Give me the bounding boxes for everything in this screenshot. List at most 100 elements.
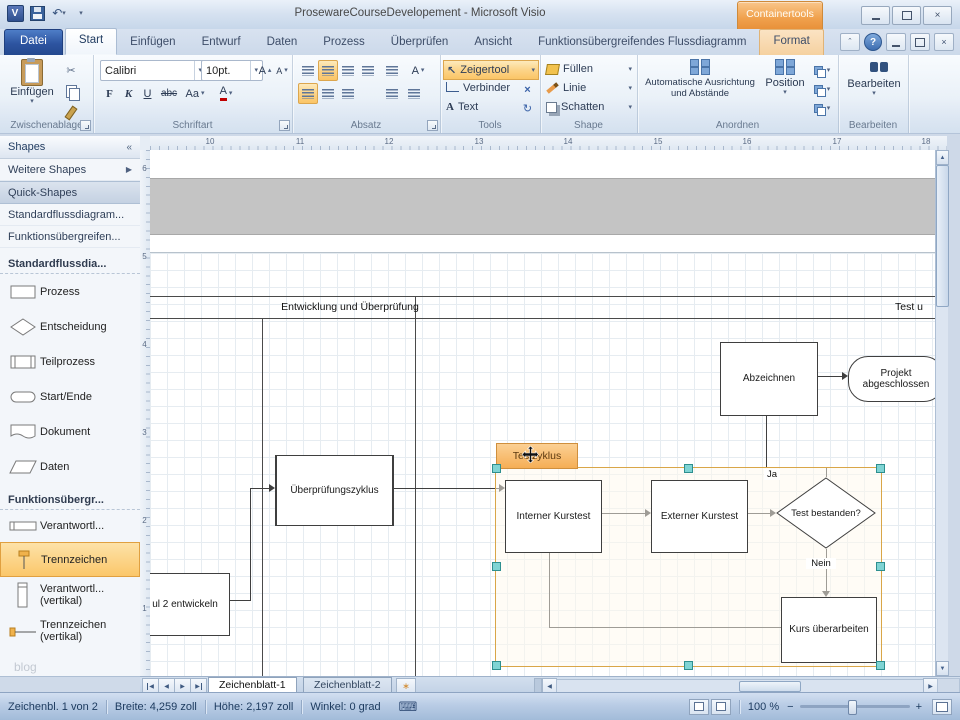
align-top-button[interactable] (298, 83, 318, 104)
align-bottom-button[interactable] (338, 83, 358, 104)
align-right-button[interactable] (338, 60, 358, 81)
drawing-canvas[interactable]: Entwicklung und Überprüfung Test u Testz… (150, 150, 935, 676)
node-interner-kurstest[interactable]: Interner Kurstest (505, 480, 602, 553)
zoom-slider[interactable] (800, 705, 910, 708)
align-middle-button[interactable] (318, 83, 338, 104)
zoom-out-button[interactable]: − (787, 701, 793, 713)
underline-button[interactable]: U (138, 83, 157, 104)
stencil-tab-funktionsuebergreifend[interactable]: Funktionsübergreifen... (0, 226, 140, 248)
fill-button[interactable]: Füllen ▾ (543, 60, 635, 78)
text-block-tool-button[interactable]: ↻ (518, 98, 537, 119)
master-start-ende[interactable]: Start/Ende (0, 379, 140, 414)
doc-minimize-button[interactable] (886, 33, 906, 51)
fit-page-button[interactable] (932, 699, 952, 715)
grow-font-button[interactable]: A▴ (256, 60, 274, 81)
dialog-launcher[interactable] (279, 120, 290, 131)
selection-handle[interactable] (492, 562, 501, 571)
selection-handle[interactable] (876, 464, 885, 473)
help-button[interactable]: ? (864, 33, 882, 51)
stencil-section-title[interactable]: Standardflussdia... (0, 248, 140, 274)
connector-line[interactable] (250, 488, 269, 489)
increase-indent-button[interactable] (404, 83, 424, 104)
master-prozess[interactable]: Prozess (0, 274, 140, 309)
connection-point-tool-button[interactable]: × (518, 79, 537, 100)
align-center-button[interactable] (318, 60, 338, 81)
group-shapes-button[interactable]: ▾ (809, 98, 835, 119)
selection-handle[interactable] (876, 661, 885, 670)
master-trennzeichen-vertikal[interactable]: Trennzeichen(vertikal) (0, 613, 140, 649)
auto-align-button[interactable]: Automatische Ausrichtung und Abstände (639, 58, 761, 100)
quick-shapes-item[interactable]: Quick-Shapes (0, 181, 140, 204)
connector-line[interactable] (766, 416, 767, 467)
send-to-back-button[interactable]: ▾ (809, 79, 835, 100)
status-height[interactable]: Höhe: 2,197 zoll (214, 701, 294, 713)
doc-restore-button[interactable] (910, 33, 930, 51)
paste-button[interactable]: Einfügen ▾ (8, 58, 56, 106)
master-trennzeichen[interactable]: Trennzeichen (0, 542, 140, 577)
font-family-combo[interactable]: Calibri ▾ (100, 60, 207, 81)
node-abzeichnen[interactable]: Abzeichnen (720, 342, 818, 416)
qat-customize-button[interactable]: ▾ (72, 4, 90, 22)
master-verantwortlichkeitsbereich[interactable]: Verantwortl... (0, 510, 140, 542)
scroll-down-button[interactable]: ▼ (936, 661, 949, 676)
selection-handle[interactable] (684, 661, 693, 670)
master-entscheidung[interactable]: Entscheidung (0, 309, 140, 344)
bullets-button[interactable] (382, 60, 402, 81)
tab-format[interactable]: Format (759, 29, 823, 55)
bring-to-front-button[interactable]: ▾ (809, 60, 835, 81)
maximize-button[interactable] (892, 6, 921, 25)
master-dokument[interactable]: Dokument (0, 414, 140, 449)
master-teilprozess[interactable]: Teilprozess (0, 344, 140, 379)
horizontal-scrollbar[interactable] (556, 679, 924, 693)
phase-label-right[interactable]: Test u (895, 301, 935, 313)
editing-menu-button[interactable]: Bearbeiten ▾ (844, 61, 904, 98)
view-normal-button[interactable] (689, 699, 709, 715)
zoom-in-button[interactable]: + (916, 701, 922, 713)
shadow-button[interactable]: Schatten ▾ (543, 98, 635, 116)
shrink-font-button[interactable]: A▾ (273, 60, 291, 81)
phase-label-left[interactable]: Entwicklung und Überprüfung (190, 301, 510, 313)
tab-datei[interactable]: Datei (4, 29, 63, 55)
text-tool-button[interactable]: A Text (443, 98, 521, 116)
tab-start[interactable]: Start (65, 28, 117, 55)
selection-handle[interactable] (876, 562, 885, 571)
font-color-button[interactable]: A▾ (211, 83, 241, 104)
more-shapes-item[interactable]: Weitere Shapes ▶ (0, 159, 140, 181)
italic-button[interactable]: K (119, 83, 138, 104)
tab-ansicht[interactable]: Ansicht (461, 31, 525, 55)
node-kurs-ueberarbeiten[interactable]: Kurs überarbeiten (781, 597, 877, 663)
text-direction-button[interactable]: A▾ (404, 60, 432, 81)
justify-button[interactable] (358, 60, 378, 81)
container-label[interactable]: Testzyklus (496, 443, 578, 469)
change-case-button[interactable]: Aa▾ (181, 83, 209, 104)
node-externer-kurstest[interactable]: Externer Kurstest (651, 480, 748, 553)
copy-button[interactable] (60, 81, 82, 102)
minimize-button[interactable] (861, 6, 890, 25)
node-projekt-abgeschlossen[interactable]: Projekt abgeschlossen (848, 356, 935, 402)
scrollbar-thumb[interactable] (739, 681, 801, 692)
collapse-panel-icon[interactable]: « (126, 142, 132, 153)
dialog-launcher[interactable] (427, 120, 438, 131)
minimize-ribbon-button[interactable]: ˆ (840, 33, 860, 51)
vertical-scrollbar[interactable]: ▲ ▼ (935, 150, 948, 676)
align-left-button[interactable] (298, 60, 318, 81)
tab-ueberpruefen[interactable]: Überprüfen (378, 31, 462, 55)
selection-handle[interactable] (684, 464, 693, 473)
line-button[interactable]: Linie ▾ (543, 79, 635, 97)
scroll-up-button[interactable]: ▲ (936, 150, 949, 165)
tab-funktionsuebergreifendes-flussdiagramm[interactable]: Funktionsübergreifendes Flussdiagramm (525, 31, 759, 55)
tab-entwurf[interactable]: Entwurf (189, 31, 254, 55)
connector-label-nein[interactable]: Nein (806, 558, 836, 569)
cut-button[interactable]: ✂ (60, 60, 82, 81)
connector-line[interactable] (388, 488, 499, 489)
stencil-section-title[interactable]: Funktionsübergr... (0, 484, 140, 510)
status-width[interactable]: Breite: 4,259 zoll (115, 701, 197, 713)
tab-daten[interactable]: Daten (254, 31, 311, 55)
zoom-slider-thumb[interactable] (848, 700, 857, 715)
contextual-tab-group-containertools[interactable]: Containertools (737, 1, 823, 29)
font-size-combo[interactable]: 10pt. ▾ (201, 60, 263, 81)
stencil-tab-standardflussdiagramm[interactable]: Standardflussdiagram... (0, 204, 140, 226)
view-fullscreen-button[interactable] (711, 699, 731, 715)
bold-button[interactable]: F (100, 83, 119, 104)
master-daten[interactable]: Daten (0, 449, 140, 484)
